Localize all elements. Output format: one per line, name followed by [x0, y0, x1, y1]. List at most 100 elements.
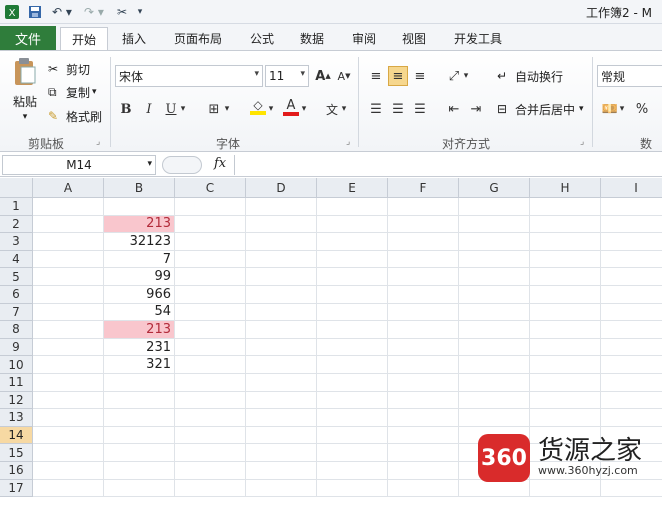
cell-D2[interactable]: [246, 215, 317, 234]
cell-H13[interactable]: [530, 409, 601, 427]
cell-G3[interactable]: [459, 233, 530, 251]
phonetic-dropdown-icon[interactable]: ▾: [339, 99, 349, 119]
tab-data[interactable]: 数据: [292, 27, 332, 50]
italic-button[interactable]: I: [139, 99, 159, 119]
cell-G1[interactable]: [459, 198, 530, 216]
tab-developer[interactable]: 开发工具: [444, 27, 512, 50]
cell-B10[interactable]: 321: [104, 356, 175, 374]
cell-E4[interactable]: [317, 250, 388, 269]
column-header[interactable]: B: [104, 178, 175, 198]
cell-G9[interactable]: [459, 338, 530, 357]
cell-A7[interactable]: [33, 303, 104, 322]
row-header[interactable]: 12: [0, 391, 33, 410]
cell-D1[interactable]: [246, 198, 317, 216]
shrink-font-icon[interactable]: A ▼: [334, 66, 354, 86]
cell-A5[interactable]: [33, 268, 104, 286]
cell-H3[interactable]: [530, 233, 601, 251]
cell-C10[interactable]: [175, 356, 246, 374]
paste-button[interactable]: 粘贴 ▾: [8, 57, 42, 127]
cell-E11[interactable]: [317, 374, 388, 392]
cell-H6[interactable]: [530, 286, 601, 304]
cell-C15[interactable]: [175, 444, 246, 462]
cell-I6[interactable]: [601, 286, 662, 304]
cell-F8[interactable]: [388, 321, 459, 339]
cell-I13[interactable]: [601, 409, 662, 427]
cell-D8[interactable]: [246, 321, 317, 339]
formula-splitter-icon[interactable]: [162, 156, 202, 174]
cell-A13[interactable]: [33, 409, 104, 427]
tab-formulas[interactable]: 公式: [240, 27, 284, 50]
row-header[interactable]: 13: [0, 409, 33, 427]
cell-F4[interactable]: [388, 250, 459, 269]
tab-home[interactable]: 开始: [60, 27, 108, 50]
cell-F9[interactable]: [388, 338, 459, 357]
cell-I12[interactable]: [601, 392, 662, 410]
grow-font-icon[interactable]: A ▲: [313, 66, 333, 86]
cell-E1[interactable]: [317, 198, 388, 216]
cell-H4[interactable]: [530, 250, 601, 269]
select-all-corner[interactable]: [0, 178, 33, 198]
cell-A15[interactable]: [33, 444, 104, 462]
row-header[interactable]: 16: [0, 462, 33, 480]
percent-button[interactable]: %: [632, 99, 652, 119]
cell-B8[interactable]: 213: [104, 321, 175, 339]
column-header[interactable]: D: [246, 178, 317, 198]
cell-B15[interactable]: [104, 444, 175, 462]
cell-C12[interactable]: [175, 391, 246, 410]
cell-A14[interactable]: [33, 426, 104, 445]
cell-F5[interactable]: [388, 268, 459, 286]
cell-G6[interactable]: [459, 286, 530, 304]
cell-I3[interactable]: [601, 233, 662, 251]
cell-D10[interactable]: [246, 356, 317, 374]
cell-A16[interactable]: [33, 462, 104, 480]
cell-H10[interactable]: [530, 356, 601, 374]
cell-C6[interactable]: [175, 286, 246, 304]
row-header[interactable]: 1: [0, 198, 33, 216]
cell-C9[interactable]: [175, 338, 246, 357]
align-middle-icon[interactable]: ≡: [388, 66, 408, 86]
cell-E7[interactable]: [317, 303, 388, 322]
row-header[interactable]: 15: [0, 444, 33, 462]
cell-A17[interactable]: [33, 479, 104, 498]
cell-B9[interactable]: 231: [104, 338, 175, 357]
cell-D3[interactable]: [246, 233, 317, 251]
wrap-text-button[interactable]: ↵ 自动换行: [497, 66, 563, 86]
cell-B14[interactable]: [104, 426, 175, 445]
tab-file[interactable]: 文件: [0, 26, 56, 50]
clipboard-launcher-icon[interactable]: ⌟: [96, 137, 100, 147]
tools-icon[interactable]: ✂: [112, 3, 132, 20]
cell-H9[interactable]: [530, 338, 601, 357]
row-header[interactable]: 6: [0, 286, 33, 304]
cell-F10[interactable]: [388, 356, 459, 374]
cell-E17[interactable]: [317, 479, 388, 498]
cell-E8[interactable]: [317, 321, 388, 339]
cell-D12[interactable]: [246, 391, 317, 410]
cell-C13[interactable]: [175, 409, 246, 427]
font-name-combo[interactable]: 宋体 ▾: [115, 65, 263, 87]
alignment-launcher-icon[interactable]: ⌟: [580, 137, 584, 147]
column-header[interactable]: A: [33, 178, 104, 198]
tab-page-layout[interactable]: 页面布局: [166, 27, 230, 50]
align-left-icon[interactable]: ☰: [366, 99, 386, 119]
cell-D9[interactable]: [246, 338, 317, 357]
cell-E5[interactable]: [317, 268, 388, 286]
cell-E13[interactable]: [317, 409, 388, 427]
cell-C4[interactable]: [175, 250, 246, 269]
font-launcher-icon[interactable]: ⌟: [346, 137, 350, 147]
cell-D16[interactable]: [246, 462, 317, 480]
row-header[interactable]: 4: [0, 250, 33, 269]
cell-D11[interactable]: [246, 374, 317, 392]
number-format-combo[interactable]: 常规: [597, 65, 662, 87]
cell-C1[interactable]: [175, 198, 246, 216]
borders-dropdown-icon[interactable]: ▾: [222, 99, 232, 119]
column-header[interactable]: H: [530, 178, 601, 198]
cell-C17[interactable]: [175, 479, 246, 498]
row-header[interactable]: 10: [0, 356, 33, 374]
cell-H2[interactable]: [530, 215, 601, 234]
column-header[interactable]: I: [601, 178, 662, 198]
cell-F6[interactable]: [388, 286, 459, 304]
cell-E10[interactable]: [317, 356, 388, 374]
copy-button[interactable]: ⧉ 复制 ▾: [48, 82, 97, 102]
cell-B13[interactable]: [104, 409, 175, 427]
cell-D7[interactable]: [246, 303, 317, 322]
